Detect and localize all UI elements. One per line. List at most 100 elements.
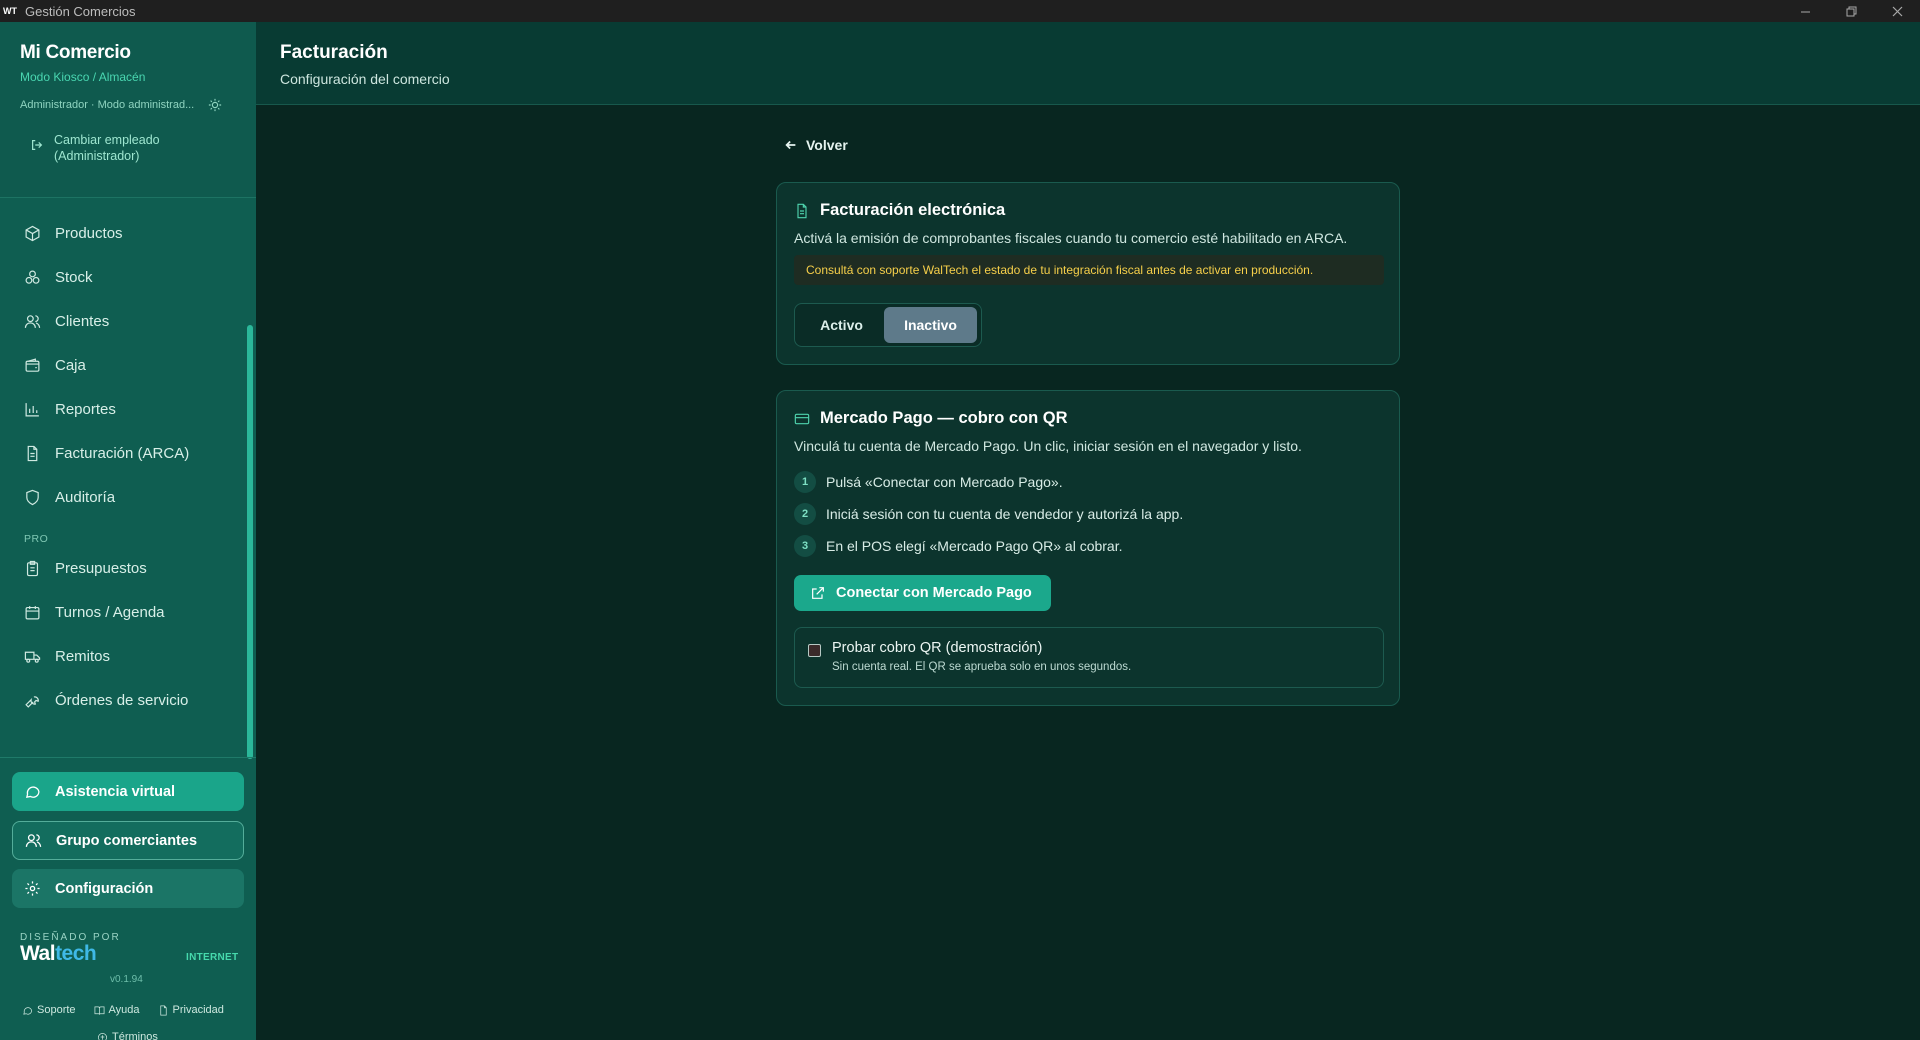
electronic-invoicing-card: Facturación electrónica Activá la emisió… bbox=[776, 182, 1400, 365]
document-icon bbox=[159, 1005, 167, 1015]
sidebar-item-ordenes[interactable]: Órdenes de servicio bbox=[12, 682, 242, 718]
sidebar-item-label: Facturación (ARCA) bbox=[55, 444, 190, 462]
restore-icon bbox=[1846, 6, 1856, 16]
privacy-link-label: Privacidad bbox=[172, 1004, 224, 1016]
sidebar-item-turnos[interactable]: Turnos / Agenda bbox=[12, 594, 242, 630]
sidebar-item-label: Órdenes de servicio bbox=[55, 691, 189, 709]
mercado-pago-card: Mercado Pago — cobro con QR Vinculá tu c… bbox=[776, 390, 1400, 706]
step-text: En el POS elegí «Mercado Pago QR» al cob… bbox=[826, 538, 1123, 554]
sidebar-item-label: Clientes bbox=[55, 312, 110, 330]
sidebar-item-facturacion[interactable]: Facturación (ARCA) bbox=[12, 435, 242, 471]
demo-qr-subtitle: Sin cuenta real. El QR se aprueba solo e… bbox=[832, 661, 1132, 673]
step-number: 2 bbox=[794, 503, 816, 525]
sidebar-item-remitos[interactable]: Remitos bbox=[12, 638, 242, 674]
mercado-pago-title: Mercado Pago — cobro con QR bbox=[794, 409, 1068, 428]
book-icon bbox=[94, 1005, 104, 1015]
app-logo-icon: WT bbox=[3, 6, 17, 16]
support-link[interactable]: Soporte bbox=[22, 1004, 76, 1016]
wallet-icon bbox=[25, 357, 40, 372]
sidebar-item-caja[interactable]: Caja bbox=[12, 347, 242, 383]
mercado-pago-title-text: Mercado Pago — cobro con QR bbox=[820, 409, 1068, 427]
demo-qr-checkbox[interactable] bbox=[808, 644, 821, 657]
step-text: Iniciá sesión con tu cuenta de vendedor … bbox=[826, 506, 1184, 522]
demo-qr-title: Probar cobro QR (demostración) bbox=[832, 640, 1043, 656]
users-icon bbox=[25, 834, 42, 847]
step-item: 2 Iniciá sesión con tu cuenta de vendedo… bbox=[794, 503, 1183, 525]
window-titlebar: WT Gestión Comercios bbox=[0, 0, 1920, 22]
document-icon bbox=[27, 445, 38, 461]
sidebar-item-label: Caja bbox=[55, 356, 86, 374]
app-version: v0.1.94 bbox=[110, 974, 143, 985]
brand-title: Mi Comercio bbox=[20, 42, 131, 63]
step-number: 3 bbox=[794, 535, 816, 557]
theme-toggle-icon[interactable] bbox=[208, 98, 222, 112]
page-subtitle: Configuración del comercio bbox=[280, 71, 450, 87]
virtual-assistant-label: Asistencia virtual bbox=[55, 783, 176, 800]
step-item: 3 En el POS elegí «Mercado Pago QR» al c… bbox=[794, 535, 1123, 557]
bar-chart-icon bbox=[25, 402, 39, 416]
wrench-icon bbox=[25, 695, 39, 708]
merchant-group-label: Grupo comerciantes bbox=[56, 832, 198, 849]
chat-icon bbox=[23, 1006, 32, 1015]
mercado-pago-description: Vinculá tu cuenta de Mercado Pago. Un cl… bbox=[794, 438, 1302, 454]
chat-icon bbox=[25, 786, 40, 798]
page-header: Facturación Configuración del comercio bbox=[256, 22, 1920, 105]
close-icon bbox=[1892, 6, 1902, 16]
boxes-icon bbox=[25, 270, 40, 284]
sidebar-header: Mi Comercio Modo Kiosco / Almacén Admini… bbox=[0, 22, 256, 198]
help-link-label: Ayuda bbox=[108, 1004, 140, 1016]
sidebar-item-presupuestos[interactable]: Presupuestos bbox=[12, 550, 242, 586]
role-row: Administrador · Modo administrad... bbox=[20, 98, 236, 112]
logo-part-1: Wal bbox=[20, 942, 56, 965]
credit-card-icon bbox=[794, 413, 810, 424]
connection-status-badge: INTERNET bbox=[186, 952, 239, 963]
section-pro-label: PRO bbox=[24, 533, 49, 545]
close-button[interactable] bbox=[1874, 0, 1920, 22]
privacy-link[interactable]: Privacidad bbox=[158, 1004, 224, 1016]
help-link[interactable]: Ayuda bbox=[94, 1004, 140, 1016]
sidebar-divider bbox=[0, 757, 256, 758]
merchant-group-button[interactable]: Grupo comerciantes bbox=[12, 821, 244, 860]
toggle-inactive-option[interactable]: Inactivo bbox=[884, 307, 977, 343]
logo-part-2: tech bbox=[55, 942, 97, 965]
minimize-icon bbox=[1800, 11, 1810, 12]
step-number: 1 bbox=[794, 471, 816, 493]
clipboard-icon bbox=[26, 560, 39, 576]
sidebar-item-label: Productos bbox=[55, 224, 123, 242]
logout-icon bbox=[32, 140, 43, 150]
sidebar-item-reportes[interactable]: Reportes bbox=[12, 391, 242, 427]
step-item: 1 Pulsá «Conectar con Mercado Pago». bbox=[794, 471, 1063, 493]
integration-warning: Consultá con soporte WalTech el estado d… bbox=[794, 255, 1384, 285]
back-button[interactable]: Volver bbox=[784, 137, 848, 153]
sidebar-item-label: Reportes bbox=[55, 400, 116, 418]
window-title: Gestión Comercios bbox=[25, 3, 136, 19]
virtual-assistant-button[interactable]: Asistencia virtual bbox=[12, 772, 244, 811]
switch-employee-button[interactable]: Cambiar empleado (Administrador) bbox=[30, 132, 236, 164]
support-link-label: Soporte bbox=[37, 1004, 76, 1016]
electronic-invoicing-title: Facturación electrónica bbox=[794, 201, 1005, 220]
sidebar-item-clientes[interactable]: Clientes bbox=[12, 303, 242, 339]
connect-mercado-pago-label: Conectar con Mercado Pago bbox=[836, 585, 1032, 601]
sidebar-scrollbar[interactable] bbox=[247, 325, 253, 759]
minimize-button[interactable] bbox=[1782, 0, 1828, 22]
footer-links: Soporte Ayuda Privacidad bbox=[22, 1004, 224, 1016]
back-label: Volver bbox=[806, 137, 848, 153]
sidebar-item-label: Presupuestos bbox=[55, 559, 147, 577]
window-controls bbox=[1782, 0, 1920, 22]
step-text: Pulsá «Conectar con Mercado Pago». bbox=[826, 474, 1063, 490]
terms-link[interactable]: Términos bbox=[97, 1031, 158, 1040]
external-link-icon bbox=[812, 587, 824, 599]
demo-qr-option[interactable]: Probar cobro QR (demostración) Sin cuent… bbox=[794, 627, 1384, 688]
connect-mercado-pago-button[interactable]: Conectar con Mercado Pago bbox=[794, 575, 1051, 611]
toggle-active-option[interactable]: Activo bbox=[799, 307, 884, 343]
terms-link-label: Términos bbox=[112, 1031, 158, 1040]
sidebar-item-productos[interactable]: Productos bbox=[12, 215, 242, 251]
restore-button[interactable] bbox=[1828, 0, 1874, 22]
truck-icon bbox=[24, 651, 41, 663]
sidebar-item-auditoria[interactable]: Auditoría bbox=[12, 479, 242, 515]
electronic-invoicing-title-text: Facturación electrónica bbox=[820, 201, 1006, 219]
sidebar-item-label: Auditoría bbox=[55, 488, 116, 506]
settings-button[interactable]: Configuración bbox=[12, 869, 244, 908]
sidebar-item-stock[interactable]: Stock bbox=[12, 259, 242, 295]
calendar-icon bbox=[25, 605, 40, 619]
